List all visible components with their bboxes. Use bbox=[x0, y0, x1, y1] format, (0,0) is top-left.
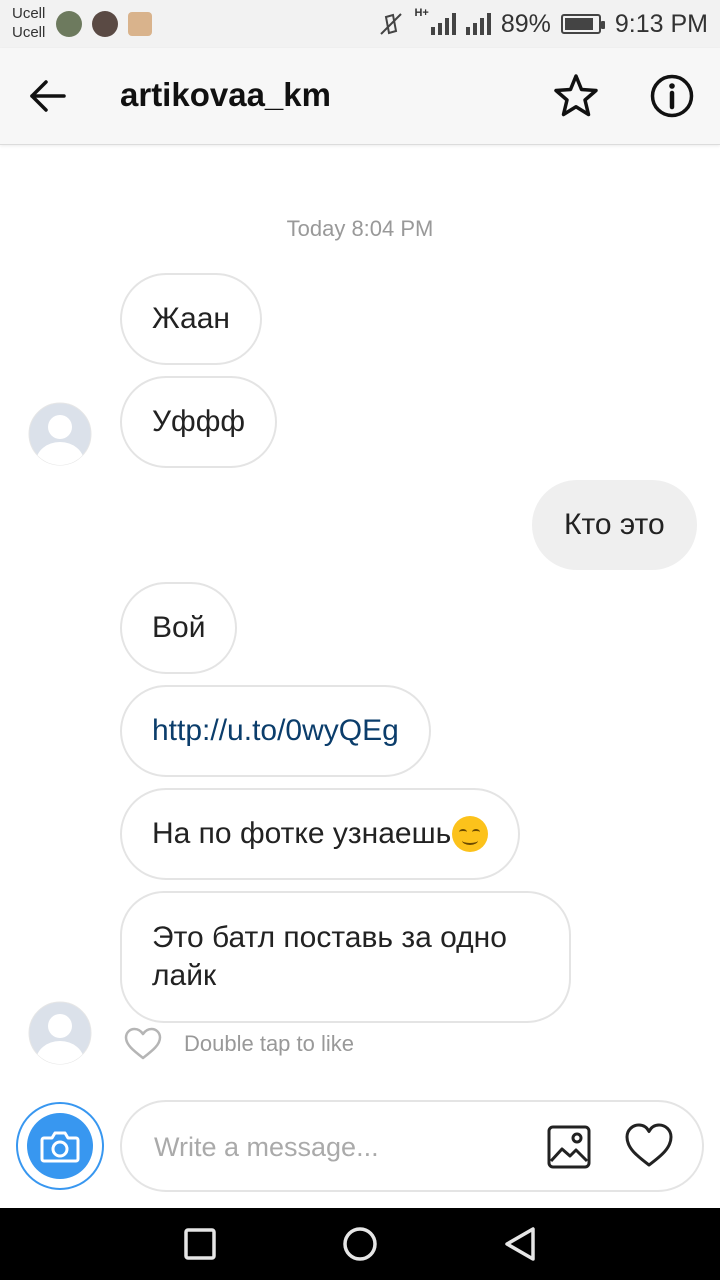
camera-icon bbox=[40, 1131, 80, 1163]
message-bubble-link[interactable]: http://u.to/0wyQEg bbox=[120, 685, 431, 777]
back-triangle-icon[interactable] bbox=[500, 1224, 540, 1264]
message-text: На по фотке узнаешь bbox=[152, 817, 452, 850]
info-circle-icon[interactable] bbox=[648, 72, 696, 120]
carrier-1: Ucell bbox=[12, 5, 46, 22]
message-bubble-outgoing[interactable]: Кто это bbox=[532, 480, 697, 570]
message-text: Жаан bbox=[152, 302, 230, 335]
carrier-labels: Ucell Ucell bbox=[12, 4, 45, 42]
status-indicators: H+ 89% 9:13 PM bbox=[378, 8, 708, 40]
star-outline-icon[interactable] bbox=[552, 72, 600, 120]
message-composer bbox=[120, 1100, 704, 1192]
network-type-label: H+ bbox=[414, 7, 429, 19]
battery-percent: 89% bbox=[500, 9, 551, 38]
notification-avatar-icon bbox=[92, 11, 118, 37]
smirking-face-emoji-icon bbox=[452, 816, 489, 852]
conversation-title[interactable]: artikovaa_km bbox=[120, 76, 331, 114]
home-icon[interactable] bbox=[340, 1224, 380, 1264]
conversation-timestamp: Today 8:04 PM bbox=[286, 216, 434, 241]
status-time: 9:13 PM bbox=[614, 9, 708, 38]
notification-avatar-icon bbox=[56, 11, 82, 37]
gallery-notification-icon bbox=[128, 12, 152, 36]
message-text: Вой bbox=[152, 611, 206, 644]
like-hint-row: Double tap to like bbox=[124, 1026, 354, 1062]
heart-outline-icon[interactable] bbox=[124, 1027, 162, 1061]
image-icon[interactable] bbox=[546, 1124, 592, 1170]
message-text-line-2: лайк bbox=[152, 959, 217, 992]
heart-outline-icon[interactable] bbox=[624, 1122, 674, 1170]
double-tap-hint: Double tap to like bbox=[184, 1031, 354, 1056]
message-bubble-incoming[interactable]: Это батл поставь за одно лайк bbox=[120, 891, 571, 1023]
recent-apps-icon[interactable] bbox=[180, 1224, 220, 1264]
signal-icon bbox=[430, 13, 456, 35]
message-input[interactable] bbox=[152, 1124, 536, 1170]
message-bubble-incoming[interactable]: Вой bbox=[120, 582, 238, 674]
system-navigation-bar bbox=[0, 1208, 720, 1280]
message-text: Уффф bbox=[152, 405, 246, 438]
message-bubble-incoming[interactable]: Уффф bbox=[120, 376, 278, 468]
sender-avatar[interactable] bbox=[28, 1001, 92, 1065]
message-bubble-incoming[interactable]: На по фотке узнаешь bbox=[120, 788, 521, 880]
sender-avatar[interactable] bbox=[28, 402, 92, 466]
status-bar: Ucell Ucell H+ 89% 9:13 PM bbox=[0, 0, 720, 48]
battery-fill bbox=[564, 18, 593, 30]
camera-button[interactable] bbox=[16, 1102, 104, 1190]
arrow-left-icon[interactable] bbox=[26, 74, 70, 118]
message-bubble-incoming[interactable]: Жаан bbox=[120, 273, 262, 365]
battery-icon bbox=[560, 14, 605, 34]
carrier-2: Ucell bbox=[12, 24, 46, 41]
message-link[interactable]: http://u.to/0wyQEg bbox=[152, 714, 399, 748]
vibrate-off-icon bbox=[380, 13, 403, 35]
conversation-header: artikovaa_km bbox=[0, 48, 720, 145]
message-text-line-1: Это батл поставь за одно bbox=[152, 921, 507, 954]
message-text: Кто это bbox=[564, 508, 665, 541]
signal-icon bbox=[465, 13, 491, 35]
camera-button-fill bbox=[27, 1113, 93, 1179]
